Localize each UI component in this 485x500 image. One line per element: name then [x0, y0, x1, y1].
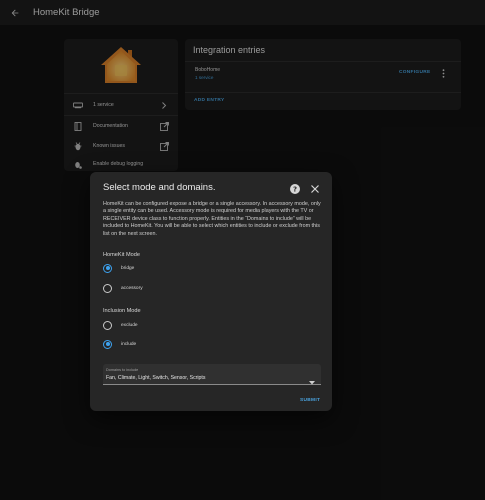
- radio-include[interactable]: include: [103, 338, 136, 350]
- domains-select-label: Domains to include: [106, 368, 139, 372]
- homekit-mode-label: HomeKit Mode: [103, 252, 140, 258]
- radio-label: include: [121, 341, 137, 347]
- options-dialog: Select mode and domains. ? HomeKit can b…: [90, 172, 332, 411]
- radio-bridge[interactable]: bridge: [103, 262, 134, 274]
- radio-button[interactable]: [103, 283, 112, 293]
- radio-label: accessory: [121, 285, 143, 291]
- radio-label: exclude: [121, 322, 138, 328]
- radio-button-checked[interactable]: [103, 339, 112, 349]
- help-icon[interactable]: ?: [289, 182, 301, 194]
- radio-button[interactable]: [103, 320, 112, 330]
- svg-text:?: ?: [293, 186, 297, 194]
- radio-button-checked[interactable]: [103, 263, 112, 273]
- submit-button[interactable]: SUBMIT: [300, 398, 320, 403]
- dropdown-arrow-icon: [309, 372, 315, 385]
- dialog-description: HomeKit can be configured expose a bridg…: [103, 201, 321, 237]
- domains-select[interactable]: Domains to include Fan, Climate, Light, …: [103, 364, 321, 385]
- radio-exclude[interactable]: exclude: [103, 319, 138, 331]
- close-icon[interactable]: [309, 182, 321, 194]
- inclusion-mode-label: Inclusion Mode: [103, 308, 141, 314]
- radio-label: bridge: [121, 265, 135, 271]
- radio-accessory[interactable]: accessory: [103, 282, 143, 294]
- dialog-title: Select mode and domains.: [103, 182, 216, 193]
- domains-select-value: Fan, Climate, Light, Switch, Sensor, Scr…: [106, 375, 206, 381]
